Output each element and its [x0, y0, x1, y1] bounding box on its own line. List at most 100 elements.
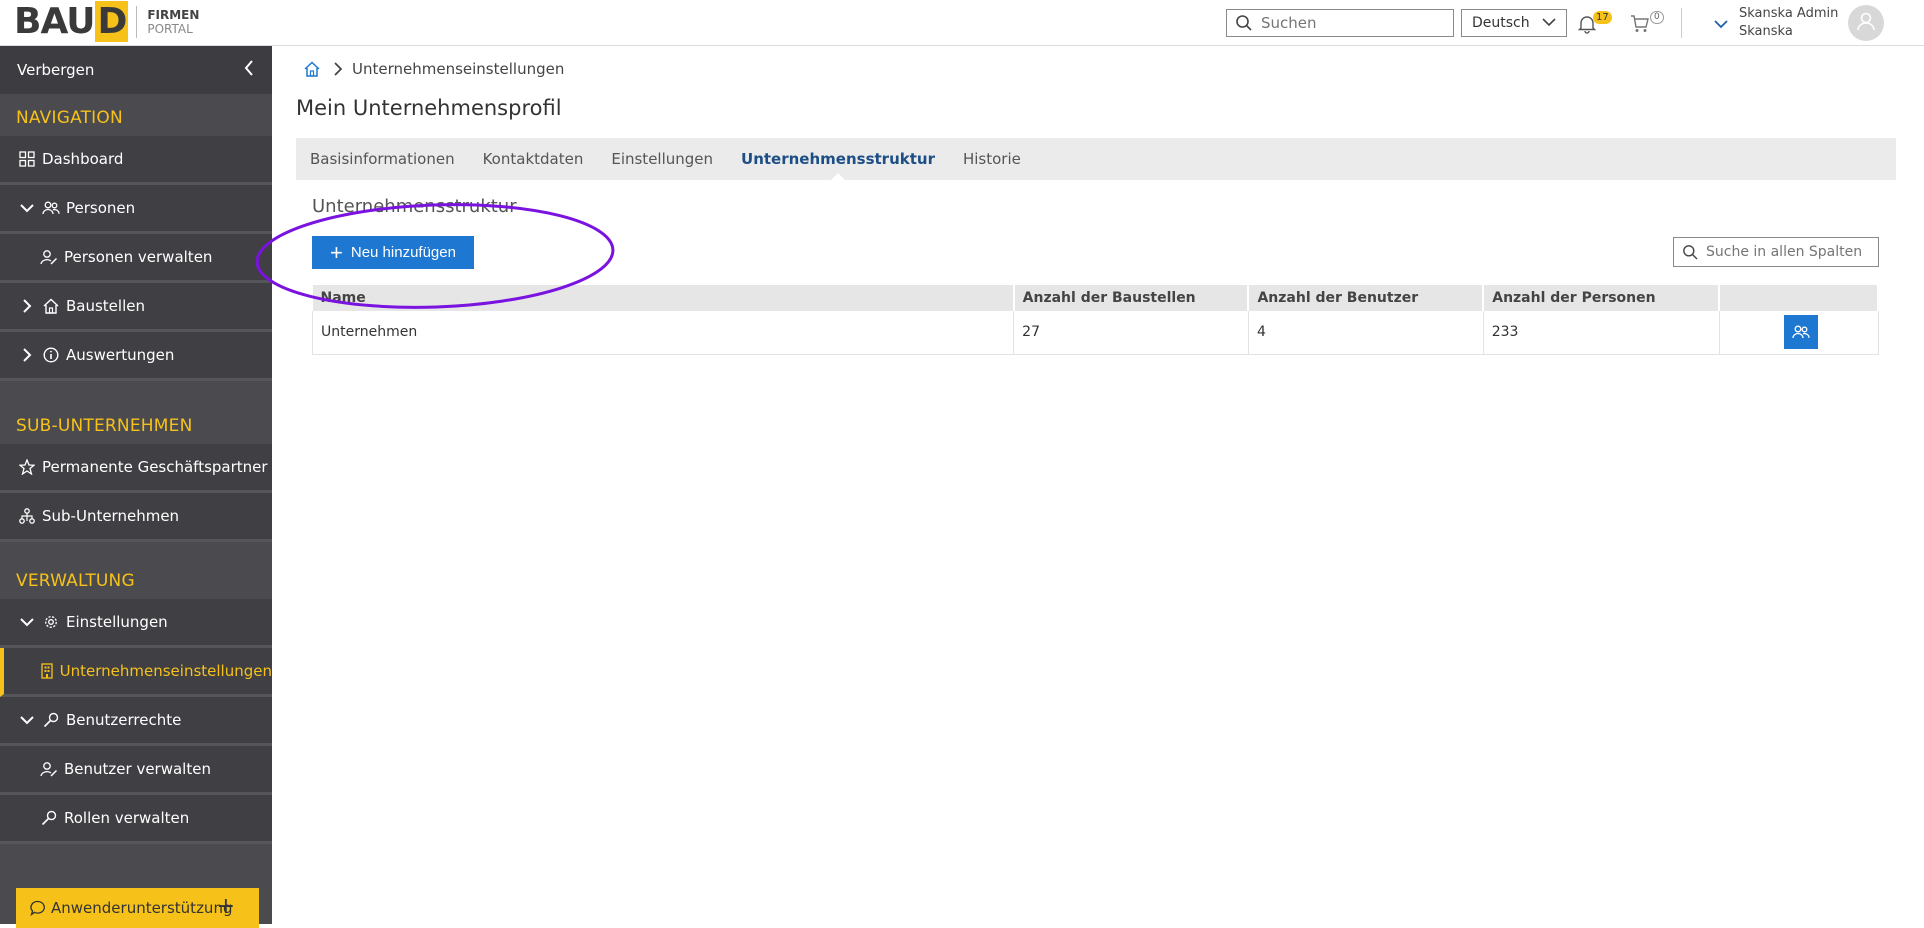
user-company: Skanska: [1739, 24, 1793, 39]
cell-actions: [1719, 311, 1879, 355]
hierarchy-icon: [17, 508, 37, 524]
building-icon: [40, 663, 55, 679]
sidebar-hide-label: Verbergen: [17, 61, 95, 79]
page-title: Mein Unternehmensprofil: [296, 96, 562, 120]
chevron-down-icon: [17, 617, 37, 627]
sidebar-item-label: Unternehmenseinstellungen: [59, 662, 272, 680]
header-divider: [1681, 8, 1682, 38]
language-select[interactable]: Deutsch: [1461, 9, 1567, 37]
breadcrumb-current: Unternehmenseinstellungen: [352, 60, 565, 78]
cell-users: 4: [1248, 311, 1484, 355]
search-icon: [1682, 244, 1698, 260]
global-search[interactable]: [1226, 9, 1454, 37]
user-menu-chevron-icon[interactable]: [1714, 14, 1728, 33]
chevron-down-icon: [17, 203, 37, 213]
tab-history[interactable]: Historie: [963, 138, 1021, 180]
column-search-input[interactable]: [1706, 244, 1876, 260]
logo[interactable]: BAUD FIRMEN PORTAL: [14, 1, 200, 42]
sidebar-item-user-rights[interactable]: Benutzerrechte: [0, 697, 272, 746]
chat-icon: [30, 900, 46, 916]
search-icon: [1227, 14, 1261, 32]
sidebar-item-manage-persons[interactable]: Personen verwalten: [0, 234, 272, 283]
sidebar-section-sub-companies: SUB-UNTERNEHMEN: [16, 416, 193, 436]
avatar[interactable]: [1848, 5, 1884, 41]
home-icon: [41, 298, 61, 314]
sidebar-item-company-settings[interactable]: Unternehmenseinstellungen: [0, 648, 272, 697]
tab-bar: Basisinformationen Kontaktdaten Einstell…: [296, 138, 1896, 181]
sidebar-item-construction-sites[interactable]: Baustellen: [0, 283, 272, 332]
chevron-down-icon: [1542, 15, 1556, 31]
sidebar-item-settings[interactable]: Einstellungen: [0, 599, 272, 648]
grid-icon: [17, 151, 37, 167]
tab-company-structure[interactable]: Unternehmensstruktur: [741, 138, 935, 181]
column-header-persons[interactable]: Anzahl der Personen: [1483, 285, 1721, 311]
user-menu[interactable]: Skanska Admin Skanska: [1739, 5, 1838, 41]
info-icon: [41, 347, 61, 363]
sidebar-item-label: Benutzerrechte: [66, 711, 182, 729]
sidebar-item-permanent-partners[interactable]: Permanente Geschäftspartner: [0, 444, 272, 493]
sidebar-item-evaluations[interactable]: Auswertungen: [0, 332, 272, 381]
language-value: Deutsch: [1472, 15, 1530, 31]
cell-name: Unternehmen: [311, 311, 1015, 355]
logo-line1: FIRMEN: [147, 8, 200, 22]
table-row: Unternehmen 27 4 233: [311, 311, 1879, 355]
sidebar-item-label: Rollen verwalten: [64, 809, 190, 827]
sidebar-section-administration: VERWALTUNG: [16, 571, 135, 591]
key-icon: [41, 712, 61, 728]
user-support-label: Anwenderunterstützung: [51, 899, 233, 917]
column-header-actions: [1719, 285, 1879, 311]
sidebar-section-navigation: NAVIGATION: [16, 108, 123, 128]
tab-basic-info[interactable]: Basisinformationen: [310, 138, 455, 180]
column-header-users[interactable]: Anzahl der Benutzer: [1248, 285, 1485, 311]
star-icon: [17, 459, 37, 475]
tab-settings[interactable]: Einstellungen: [611, 138, 713, 180]
logo-divider: [136, 6, 138, 38]
chevron-right-icon: [17, 348, 37, 362]
home-icon[interactable]: [304, 61, 320, 77]
user-name: Skanska Admin: [1739, 6, 1839, 21]
sidebar-item-label: Einstellungen: [66, 613, 168, 631]
notifications-button[interactable]: 17: [1578, 11, 1614, 35]
sidebar-item-manage-users[interactable]: Benutzer verwalten: [0, 746, 272, 795]
main-content: Unternehmenseinstellungen Mein Unternehm…: [272, 46, 1910, 924]
sidebar-item-label: Baustellen: [66, 297, 145, 315]
gear-icon: [41, 614, 61, 630]
sidebar-item-label: Auswertungen: [66, 346, 175, 364]
sidebar-item-sub-companies[interactable]: Sub-Unternehmen: [0, 493, 272, 542]
page-scrollbar[interactable]: [1910, 46, 1924, 924]
key-icon: [39, 810, 59, 826]
people-icon: [1791, 325, 1810, 339]
global-search-input[interactable]: [1261, 14, 1441, 32]
cart-button[interactable]: 0: [1630, 11, 1666, 35]
sidebar-hide-toggle[interactable]: Verbergen: [0, 46, 272, 94]
cart-badge: 0: [1650, 11, 1664, 24]
sidebar-item-persons[interactable]: Personen: [0, 185, 272, 234]
column-search[interactable]: [1673, 237, 1879, 267]
tab-contact-data[interactable]: Kontaktdaten: [483, 138, 584, 180]
person-edit-icon: [39, 249, 59, 265]
top-bar: BAUD FIRMEN PORTAL Deutsch 17 0 Sk: [0, 0, 1924, 46]
manage-persons-button[interactable]: [1783, 315, 1818, 350]
cell-persons: 233: [1483, 311, 1720, 355]
people-icon: [41, 201, 61, 215]
sidebar-item-label: Personen: [66, 199, 136, 217]
sidebar-item-label: Personen verwalten: [64, 248, 213, 266]
chevron-down-icon: [17, 715, 37, 725]
plus-icon: +: [216, 894, 235, 919]
sidebar-item-label: Permanente Geschäftspartner: [42, 458, 268, 476]
cell-sites: 27: [1013, 311, 1249, 355]
sidebar-item-label: Benutzer verwalten: [64, 760, 211, 778]
column-header-sites[interactable]: Anzahl der Baustellen: [1013, 285, 1250, 311]
sidebar-item-label: Sub-Unternehmen: [42, 507, 180, 525]
logo-text: BAUD: [14, 1, 129, 42]
chevron-right-icon: [17, 299, 37, 313]
breadcrumb: Unternehmenseinstellungen: [304, 60, 564, 78]
user-support-button[interactable]: Anwenderunterstützung +: [16, 888, 259, 928]
sidebar-item-dashboard[interactable]: Dashboard: [0, 136, 272, 185]
chevron-right-icon: [334, 62, 342, 76]
sidebar-item-manage-roles[interactable]: Rollen verwalten: [0, 795, 272, 844]
annotation-ellipse: [255, 203, 615, 309]
sidebar-item-label: Dashboard: [42, 150, 124, 168]
user-icon: [1855, 10, 1877, 36]
chevron-left-icon: [244, 60, 254, 80]
